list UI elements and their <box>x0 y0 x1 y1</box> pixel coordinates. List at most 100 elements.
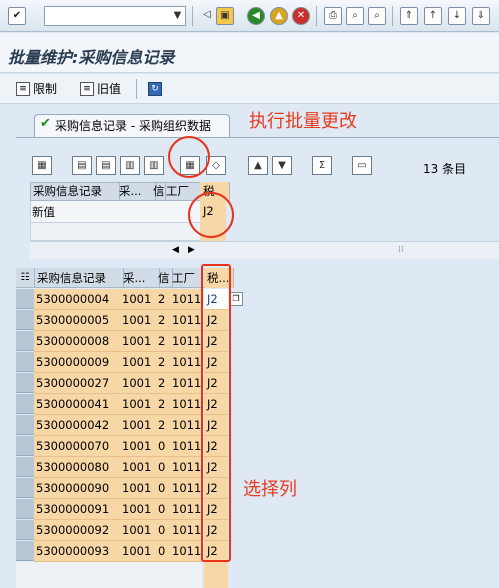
cell-purch-org[interactable]: 1001 <box>122 478 151 498</box>
row-selector[interactable] <box>16 289 34 309</box>
cell-info-category[interactable]: 0 <box>158 436 165 456</box>
header-info-record[interactable]: 采购信息记录 <box>34 268 124 288</box>
cell-info-category[interactable]: 0 <box>158 499 165 519</box>
header-purch-org[interactable]: 采... <box>120 268 160 288</box>
cell-info-record[interactable]: 5300000027 <box>36 373 109 393</box>
cell-info-record[interactable]: 5300000093 <box>36 541 109 561</box>
select-all-icon[interactable]: ▤ <box>72 156 92 175</box>
print-icon[interactable]: ⎙ <box>324 7 342 25</box>
cell-info-record[interactable]: 5300000091 <box>36 499 109 519</box>
find-icon[interactable]: ⌕ <box>346 7 364 25</box>
cell-purch-org[interactable]: 1001 <box>122 436 151 456</box>
cell-purch-org[interactable]: 1001 <box>122 373 151 393</box>
row-selector[interactable] <box>16 541 34 561</box>
mass-header-info-record[interactable]: 采购信息记录 <box>30 182 120 201</box>
cell-info-record[interactable]: 5300000005 <box>36 310 109 330</box>
row-selector[interactable] <box>16 352 34 372</box>
filter-icon[interactable]: ▼ <box>272 156 292 175</box>
cell-purch-org[interactable]: 1001 <box>122 415 151 435</box>
cell-info-category[interactable]: 2 <box>158 415 165 435</box>
cell-info-category[interactable]: 2 <box>158 373 165 393</box>
cell-purch-org[interactable]: 1001 <box>122 394 151 414</box>
back-icon[interactable]: ◀ <box>247 7 265 25</box>
cell-plant[interactable]: 1011 <box>172 541 201 561</box>
cell-purch-org[interactable]: 1001 <box>122 499 151 519</box>
cancel-icon[interactable]: ✕ <box>292 7 310 25</box>
select-column-icon[interactable]: ▥ <box>144 156 164 175</box>
cell-info-category[interactable]: 0 <box>158 541 165 561</box>
last-page-icon[interactable]: ⇓ <box>472 7 490 25</box>
row-selector[interactable] <box>16 394 34 414</box>
cell-info-record[interactable]: 5300000092 <box>36 520 109 540</box>
sum-icon[interactable]: Σ <box>312 156 332 175</box>
row-selector[interactable] <box>16 478 34 498</box>
old-value-button[interactable]: ≡ 旧值 <box>80 80 121 98</box>
previous-page-icon[interactable]: ↑ <box>424 7 442 25</box>
mass-change-scrollbar[interactable] <box>30 241 499 259</box>
row-selector[interactable] <box>16 436 34 456</box>
cell-info-record[interactable]: 5300000041 <box>36 394 109 414</box>
cell-info-category[interactable]: 0 <box>158 478 165 498</box>
exit-icon[interactable]: ▲ <box>270 7 288 25</box>
row-selector[interactable] <box>16 310 34 330</box>
cell-info-category[interactable]: 2 <box>158 394 165 414</box>
cell-plant[interactable]: 1011 <box>172 352 201 372</box>
details-icon[interactable]: ▦ <box>32 156 52 175</box>
cell-purch-org[interactable]: 1001 <box>122 310 151 330</box>
cell-info-category[interactable]: 0 <box>158 457 165 477</box>
cell-info-category[interactable]: 2 <box>158 352 165 372</box>
cell-purch-org[interactable]: 1001 <box>122 289 151 309</box>
first-page-icon[interactable]: ⇑ <box>400 7 418 25</box>
cell-plant[interactable]: 1011 <box>172 499 201 519</box>
cell-plant[interactable]: 1011 <box>172 457 201 477</box>
mass-header-purch-org[interactable]: 采... <box>116 182 156 201</box>
cell-purch-org[interactable]: 1001 <box>122 541 151 561</box>
cell-plant[interactable]: 1011 <box>172 478 201 498</box>
scroll-left-icon[interactable]: ◀ <box>172 240 179 260</box>
value-help-icon[interactable]: ❐ <box>229 292 243 306</box>
cell-purch-org[interactable]: 1001 <box>122 352 151 372</box>
cell-info-record[interactable]: 5300000070 <box>36 436 109 456</box>
cell-purch-org[interactable]: 1001 <box>122 457 151 477</box>
print-preview-icon[interactable]: ▭ <box>352 156 372 175</box>
row-selector[interactable] <box>16 520 34 540</box>
select-block-icon[interactable]: ▥ <box>120 156 140 175</box>
next-page-icon[interactable]: ↓ <box>448 7 466 25</box>
row-selector[interactable] <box>16 331 34 351</box>
sort-icon[interactable]: ▲ <box>248 156 268 175</box>
cell-plant[interactable]: 1011 <box>172 394 201 414</box>
back-arrow-icon[interactable]: ◁ <box>198 7 216 25</box>
limit-button[interactable]: ≡ 限制 <box>16 80 57 98</box>
cell-plant[interactable]: 1011 <box>172 373 201 393</box>
tab-purchasing-org-data[interactable]: 采购信息记录 - 采购组织数据 <box>34 114 230 138</box>
cell-info-record[interactable]: 5300000009 <box>36 352 109 372</box>
select-all-rows-icon[interactable]: ☷ <box>16 268 35 288</box>
cell-plant[interactable]: 1011 <box>172 436 201 456</box>
command-field[interactable] <box>44 6 186 26</box>
scroll-right-icon[interactable]: ▶ <box>188 240 195 260</box>
cell-info-record[interactable]: 5300000080 <box>36 457 109 477</box>
refresh-button[interactable]: ↻ <box>148 80 162 98</box>
cell-info-category[interactable]: 2 <box>158 289 165 309</box>
header-plant[interactable]: 工厂 <box>170 268 205 288</box>
row-selector[interactable] <box>16 415 34 435</box>
row-selector[interactable] <box>16 373 34 393</box>
save-icon[interactable]: ▣ <box>216 7 234 25</box>
cell-info-category[interactable]: 2 <box>158 310 165 330</box>
cell-info-record[interactable]: 5300000004 <box>36 289 109 309</box>
cell-purch-org[interactable]: 1001 <box>122 331 151 351</box>
command-dropdown-icon[interactable]: ▼ <box>170 7 185 25</box>
cell-info-category[interactable]: 2 <box>158 331 165 351</box>
cell-info-record[interactable]: 5300000090 <box>36 478 109 498</box>
cell-info-category[interactable]: 0 <box>158 520 165 540</box>
cell-plant[interactable]: 1011 <box>172 331 201 351</box>
row-selector[interactable] <box>16 457 34 477</box>
enter-check-icon[interactable]: ✔ <box>8 7 26 25</box>
cell-plant[interactable]: 1011 <box>172 520 201 540</box>
row-selector[interactable] <box>16 499 34 519</box>
find-next-icon[interactable]: ⌕ <box>368 7 386 25</box>
cell-purch-org[interactable]: 1001 <box>122 520 151 540</box>
deselect-all-icon[interactable]: ▤ <box>96 156 116 175</box>
cell-plant[interactable]: 1011 <box>172 289 201 309</box>
scroll-grip-icon[interactable]: ⁞⁞ <box>398 240 404 260</box>
